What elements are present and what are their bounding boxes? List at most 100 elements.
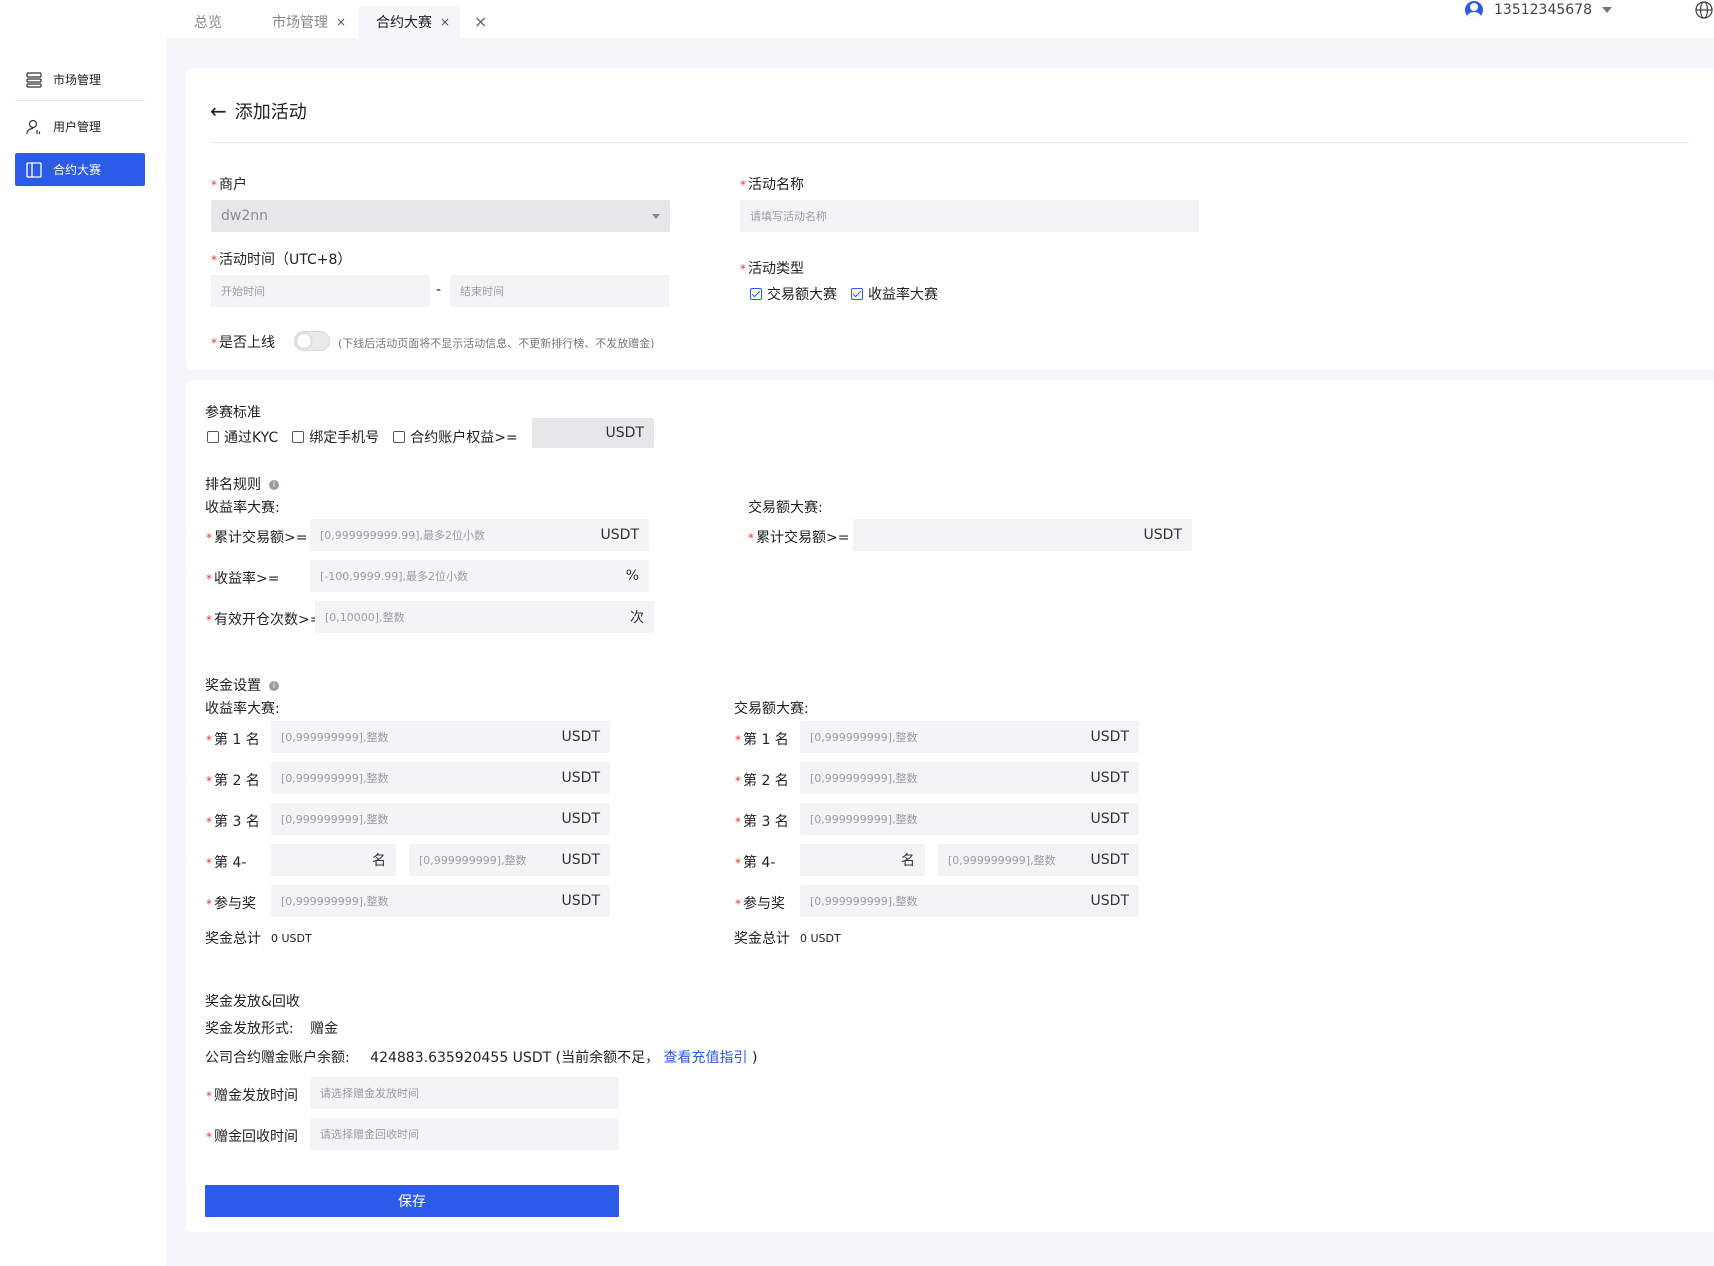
volume-rank3-input[interactable]: [0,999999999],整数 USDT xyxy=(800,803,1139,835)
prizes-yield-title: 收益率大赛: xyxy=(205,701,280,717)
activity-time-label: * 活动时间（UTC+8） xyxy=(211,252,352,268)
volume-rank4-count-input[interactable]: 名 xyxy=(800,844,925,876)
globe-icon[interactable] xyxy=(1694,0,1714,20)
open-count-label: * 有效开仓次数>= xyxy=(206,612,322,628)
close-all-tabs-icon[interactable]: × xyxy=(474,12,487,31)
back-arrow-icon[interactable]: ← xyxy=(210,99,227,123)
yield-rate-input[interactable]: [-100,9999.99],最多2位小数% xyxy=(310,560,649,592)
tab-label: 市场管理 xyxy=(272,15,328,31)
save-button[interactable]: 保存 xyxy=(205,1185,619,1217)
activity-name-label: * 活动名称 xyxy=(740,177,804,193)
distribution-form: 奖金发放形式: 赠金 xyxy=(205,1021,339,1037)
yield-rank4-label: * 第 4- xyxy=(206,855,247,871)
sidebar-item-label: 市场管理 xyxy=(53,73,102,87)
tab-label: 总览 xyxy=(194,15,222,31)
online-toggle[interactable] xyxy=(294,331,330,351)
yield-rank4-count-input[interactable]: 名 xyxy=(271,844,396,876)
tab-bar: 总览 市场管理 × 合约大赛 × × 13512345678 xyxy=(166,0,1714,38)
online-label: * 是否上线 xyxy=(211,335,275,351)
yield-participation-input[interactable]: [0,999999999],整数 USDT xyxy=(271,885,610,917)
criteria-group: 通过KYC 绑定手机号 合约账户权益>= xyxy=(207,427,526,447)
volume-rank4-prize-input[interactable]: [0,999999999],整数 USDT xyxy=(938,844,1139,876)
criteria-title: 参赛标准 xyxy=(205,405,261,421)
open-count-input[interactable]: [0,10000],整数次 xyxy=(315,601,654,633)
volume-participation-label: * 参与奖 xyxy=(735,896,785,912)
time-separator: - xyxy=(436,282,442,298)
chevron-down-icon xyxy=(1602,7,1612,13)
balance-row: 公司合约赠金账户余额: 424883.635920455 USDT (当前余额不… xyxy=(205,1050,758,1066)
checkbox-checked-icon xyxy=(851,288,863,300)
equity-input[interactable]: USDT xyxy=(532,418,654,448)
user-icon xyxy=(25,118,43,136)
sidebar-item-users[interactable]: 用户管理 xyxy=(15,110,145,143)
balance-value: 424883.635920455 USDT xyxy=(370,1050,552,1066)
type-yield-checkbox[interactable]: 收益率大赛 xyxy=(851,284,938,304)
volume-total: 奖金总计 0 USDT xyxy=(734,931,841,947)
yield-cum-volume-input[interactable]: [0,999999999.99],最多2位小数 USDT xyxy=(310,519,649,551)
recall-time-label: * 赠金回收时间 xyxy=(206,1129,298,1145)
ranking-title: 排名规则 i xyxy=(205,474,279,494)
yield-total: 奖金总计 0 USDT xyxy=(205,931,312,947)
sidebar-item-label: 合约大赛 xyxy=(53,163,102,177)
avatar xyxy=(1465,1,1484,19)
yield-participation-label: * 参与奖 xyxy=(206,896,256,912)
volume-rank1-input[interactable]: [0,999999999],整数 USDT xyxy=(800,721,1139,753)
issue-time-label: * 赠金发放时间 xyxy=(206,1088,298,1104)
volume-cum-volume-input[interactable]: USDT xyxy=(853,519,1192,551)
tab-market[interactable]: 市场管理 × xyxy=(272,6,346,38)
tab-contract-contest[interactable]: 合约大赛 × xyxy=(358,6,461,38)
distribution-title: 奖金发放&回收 xyxy=(205,994,300,1010)
page-header: ← 添加活动 xyxy=(210,98,307,124)
yield-rank4-prize-input[interactable]: [0,999999999],整数 USDT xyxy=(409,844,610,876)
activity-type-group: 交易额大赛 收益率大赛 xyxy=(750,284,952,304)
volume-rank2-input[interactable]: [0,999999999],整数 USDT xyxy=(800,762,1139,794)
checkbox-icon xyxy=(207,431,219,443)
volume-rank4-label: * 第 4- xyxy=(735,855,776,871)
sidebar: 市场管理 用户管理 合约大赛 xyxy=(0,0,166,1266)
yield-total-value: 0 USDT xyxy=(271,931,312,945)
sidebar-divider xyxy=(15,100,145,101)
volume-rank1-label: * 第 1 名 xyxy=(735,732,789,748)
kyc-checkbox[interactable]: 通过KYC xyxy=(207,427,278,447)
checkbox-icon xyxy=(393,431,406,443)
type-volume-checkbox[interactable]: 交易额大赛 xyxy=(750,284,837,304)
sidebar-item-contract-contest[interactable]: 合约大赛 xyxy=(15,153,145,186)
recall-time-input[interactable]: 请选择赠金回收时间 xyxy=(310,1118,619,1150)
info-icon[interactable]: i xyxy=(269,480,279,490)
user-phone: 13512345678 xyxy=(1494,2,1592,18)
balance-note: (当前余额不足， xyxy=(555,1050,660,1066)
volume-rank3-label: * 第 3 名 xyxy=(735,814,789,830)
ranking-volume-title: 交易额大赛: xyxy=(748,500,823,516)
yield-rank1-input[interactable]: [0,999999999],整数 USDT xyxy=(271,721,610,753)
page-title: 添加活动 xyxy=(234,102,307,123)
volume-cum-volume-label: * 累计交易额>= xyxy=(748,530,850,546)
yield-rank3-input[interactable]: [0,999999999],整数 USDT xyxy=(271,803,610,835)
yield-rank2-input[interactable]: [0,999999999],整数 USDT xyxy=(271,762,610,794)
close-icon[interactable]: × xyxy=(440,15,450,29)
checkbox-checked-icon xyxy=(750,288,762,300)
yield-rank3-label: * 第 3 名 xyxy=(206,814,260,830)
distribution-form-value: 赠金 xyxy=(310,1021,339,1037)
tab-overview[interactable]: 总览 xyxy=(194,6,222,38)
start-time-input[interactable]: 开始时间 xyxy=(211,275,430,307)
merchant-select[interactable]: dw2nn xyxy=(211,200,670,232)
online-hint: (下线后活动页面将不显示活动信息、不更新排行榜、不发放赠金) xyxy=(338,337,655,350)
layout-icon xyxy=(25,161,43,179)
yield-rate-label: * 收益率>= xyxy=(206,571,280,587)
ranking-yield-title: 收益率大赛: xyxy=(205,500,280,516)
yield-cum-volume-label: * 累计交易额>= xyxy=(206,530,308,546)
merchant-label: * 商户 xyxy=(211,177,247,193)
user-menu[interactable]: 13512345678 xyxy=(1465,0,1612,20)
phone-checkbox[interactable]: 绑定手机号 xyxy=(292,427,379,447)
close-icon[interactable]: × xyxy=(336,15,346,29)
recharge-guide-link[interactable]: 查看充值指引 xyxy=(664,1050,748,1066)
market-icon xyxy=(25,71,43,89)
header-divider xyxy=(211,142,1689,143)
issue-time-input[interactable]: 请选择赠金发放时间 xyxy=(310,1077,619,1109)
end-time-input[interactable]: 结束时间 xyxy=(450,275,669,307)
equity-checkbox[interactable]: 合约账户权益>= xyxy=(393,427,518,447)
volume-participation-input[interactable]: [0,999999999],整数 USDT xyxy=(800,885,1139,917)
sidebar-item-market[interactable]: 市场管理 xyxy=(15,63,145,96)
activity-name-input[interactable]: 请填写活动名称 xyxy=(740,200,1199,232)
info-icon[interactable]: i xyxy=(269,681,279,691)
